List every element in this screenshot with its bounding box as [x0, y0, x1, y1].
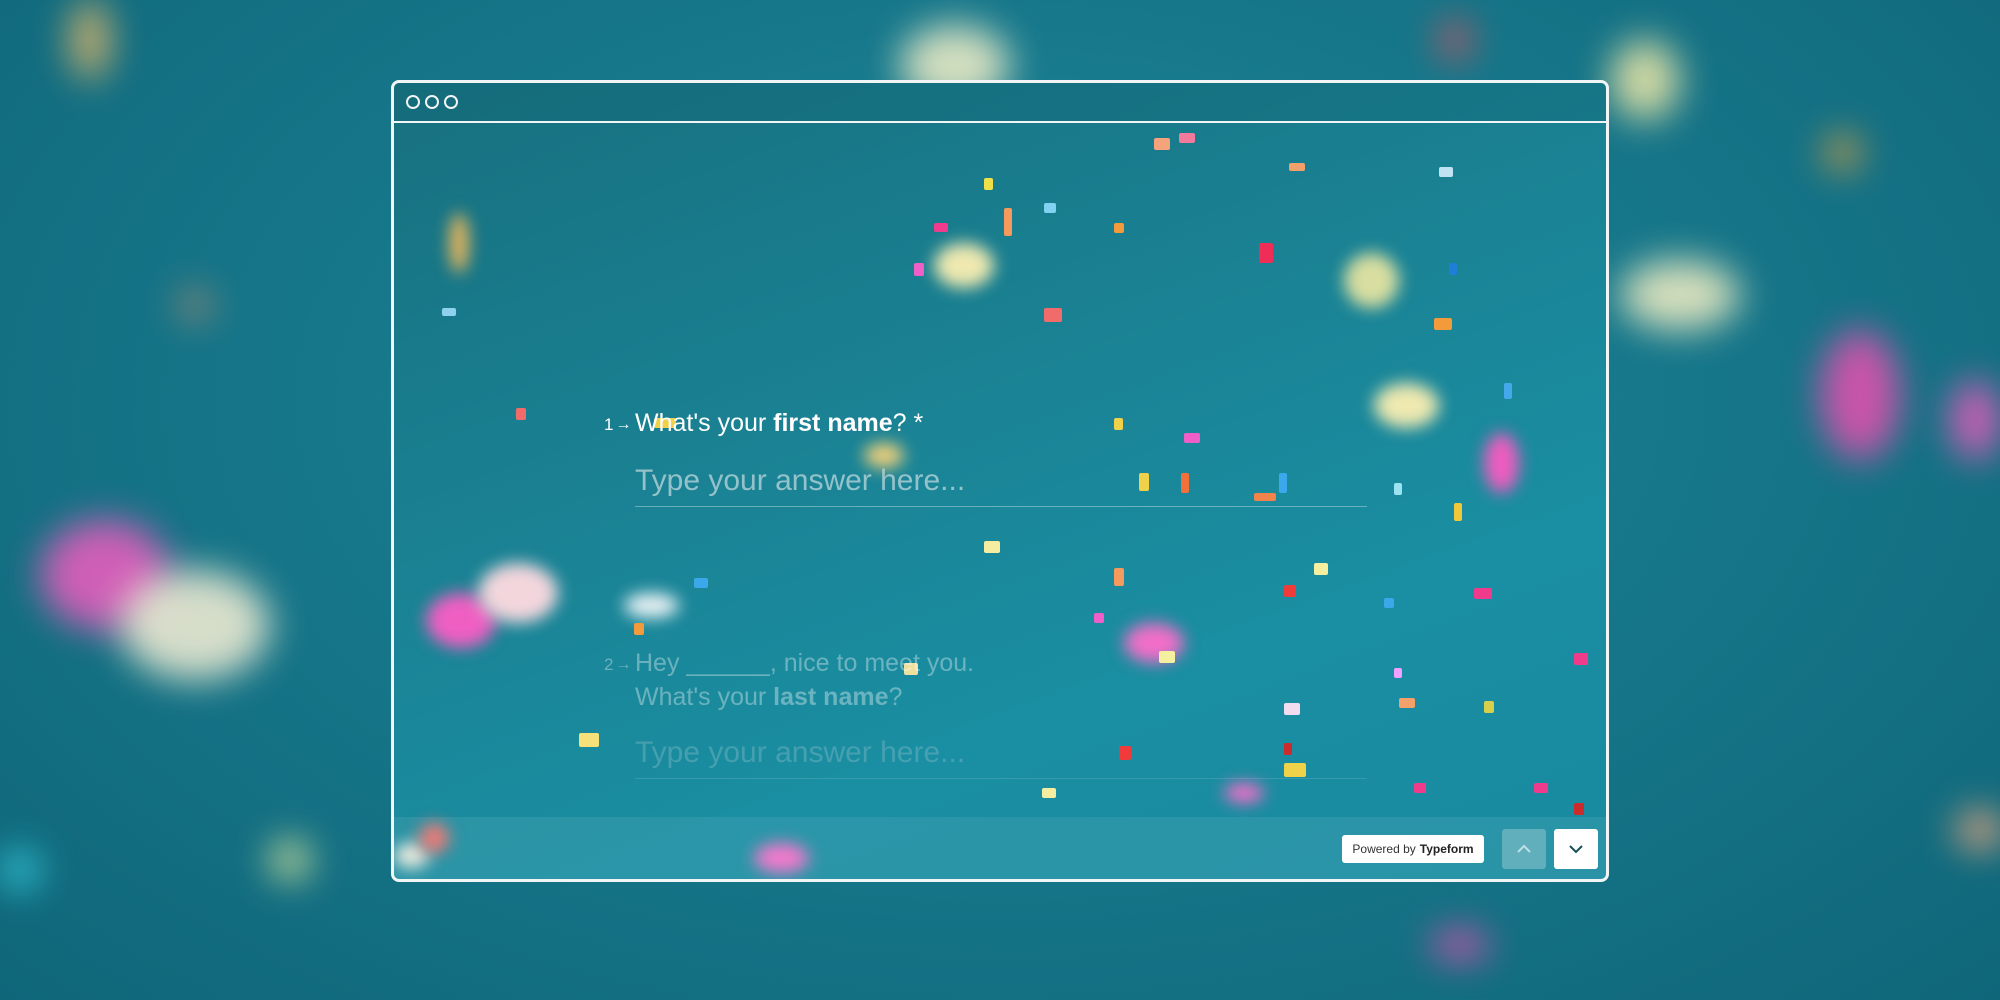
powered-by-badge[interactable]: Powered by Typeform — [1342, 835, 1484, 863]
maximize-dot[interactable] — [444, 95, 458, 109]
browser-titlebar — [394, 83, 1606, 123]
question-text: What's your — [635, 409, 774, 437]
next-question-button[interactable] — [1554, 829, 1598, 869]
question-text-suffix: ? * — [892, 409, 924, 437]
brand-name: Typeform — [1419, 842, 1474, 856]
question-number-label: 1 — [604, 415, 614, 434]
question-number: 1 → — [604, 415, 631, 435]
question-text-bold: last name — [773, 683, 889, 711]
close-dot[interactable] — [406, 95, 420, 109]
first-name-input[interactable] — [635, 456, 1367, 507]
chevron-down-icon — [1569, 845, 1583, 854]
arrow-right-icon: → — [615, 656, 632, 673]
question-title-line-2: What's your last name? — [635, 680, 902, 714]
previous-question-button[interactable] — [1502, 829, 1546, 869]
question-number: 2 → — [604, 655, 631, 675]
question-text: What's your — [635, 683, 774, 711]
question-number-label: 2 — [604, 655, 614, 674]
question-title-line-1: Hey ______, nice to meet you. — [635, 649, 975, 677]
question-text-suffix: ? — [888, 683, 903, 711]
chevron-up-icon — [1517, 844, 1531, 853]
question-title: What's your first name? * — [635, 406, 923, 440]
last-name-input[interactable] — [635, 728, 1367, 779]
question-text-bold: first name — [773, 409, 893, 437]
powered-by-text: Powered by — [1352, 842, 1416, 856]
minimize-dot[interactable] — [425, 95, 439, 109]
form-footer: Powered by Typeform — [394, 817, 1606, 879]
browser-window: 1 → What's your first name? * 2 → Hey __… — [391, 80, 1609, 882]
arrow-right-icon: → — [615, 416, 632, 433]
form-viewport: 1 → What's your first name? * 2 → Hey __… — [394, 123, 1606, 879]
